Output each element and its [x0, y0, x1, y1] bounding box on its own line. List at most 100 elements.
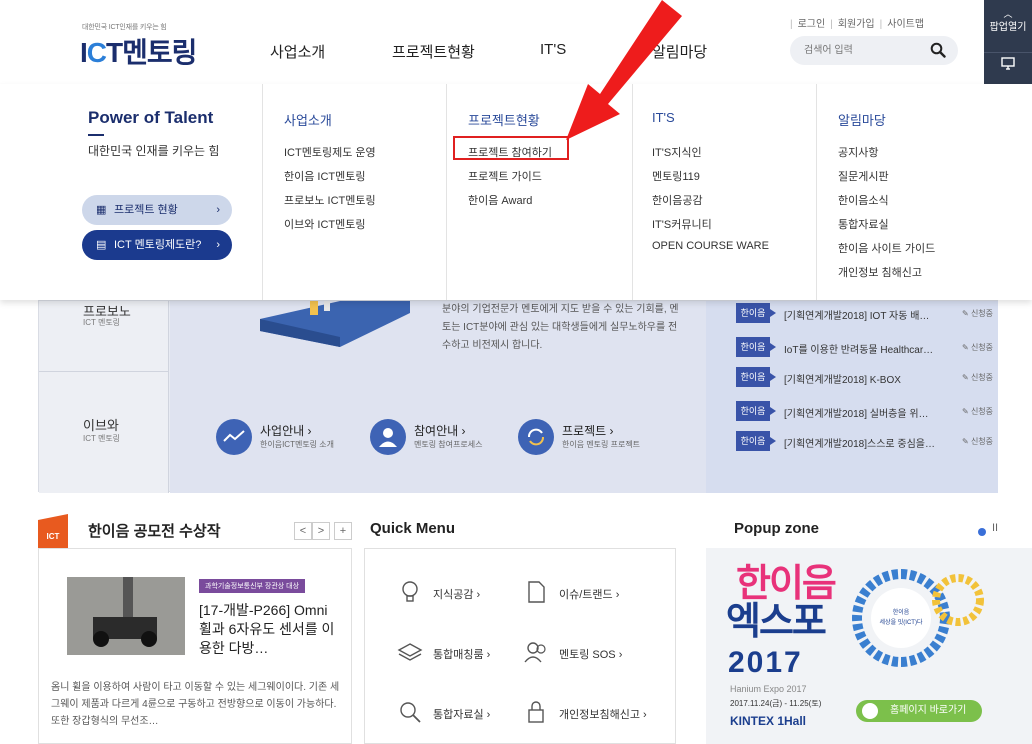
expo-popup-banner[interactable]: 한이음 엑스포 2017 Hanium Expo 2017 2017.11.24…: [706, 548, 1032, 744]
chat-icon: ▤: [96, 239, 107, 251]
gnb-business[interactable]: 사업소개: [270, 41, 325, 62]
slide-indicator[interactable]: [978, 528, 986, 536]
menu-item[interactable]: 프로젝트 가이드: [468, 168, 542, 184]
chevron-right-icon: ›: [216, 239, 220, 251]
login-link[interactable]: 로그인: [798, 19, 826, 30]
lightbulb-icon: [402, 581, 418, 602]
popup-open-label: 팝업열기: [989, 22, 1027, 33]
menu-item[interactable]: 질문게시판: [838, 168, 889, 184]
what-is-mentoring-button[interactable]: ▤ ICT 멘토링제도란? ›: [82, 230, 232, 260]
homepage-link-button[interactable]: 홈페이지 바로가기: [856, 700, 982, 722]
quick-menu-box: 지식공감 › 이슈/트랜드 › 통합매칭룸 › 멘토링 SOS › 통합자료실 …: [364, 548, 676, 744]
monitor-button[interactable]: [984, 52, 1032, 74]
menu-item[interactable]: 한이음 사이트 가이드: [838, 240, 935, 256]
popup-open-button[interactable]: ︿ 팝업열기: [984, 9, 1032, 34]
service-title: 참여안내 ›: [414, 424, 466, 438]
menu-item[interactable]: 통합자료실: [838, 216, 889, 232]
chevron-up-icon: ︿: [1003, 9, 1013, 19]
tab-eve-title[interactable]: 이브와: [83, 415, 119, 434]
people-icon: [524, 642, 546, 663]
news-status: ✎ 신청중: [962, 309, 994, 318]
mega-menu: Power of Talent 대한민국 인재를 키우는 힘 ▦ 프로젝트 현황 ›…: [0, 84, 1032, 300]
search-input[interactable]: [804, 42, 924, 58]
gnb-project-status[interactable]: 프로젝트현황: [392, 41, 475, 62]
ring-text-line1: 한이음: [893, 608, 910, 616]
menu-item[interactable]: OPEN COURSE WARE: [652, 240, 769, 252]
pencil-icon: ✎: [962, 309, 971, 318]
service-title: 사업안내 ›: [260, 424, 312, 438]
next-button[interactable]: >: [312, 522, 330, 540]
divider: [39, 371, 169, 372]
menu-item[interactable]: 한이음소식: [838, 192, 889, 208]
news-tag: 한이음: [736, 401, 776, 421]
monitor-icon: [1001, 57, 1015, 70]
signup-link[interactable]: 회원가입: [838, 19, 875, 30]
banner-content: 분야의 기업전문가 멘토에게 지도 받을 수 있는 기회를, 멘토는 ICT분야…: [170, 301, 706, 493]
news-status: ✎ 신청중: [962, 373, 994, 382]
book-icon: ▦: [96, 204, 107, 216]
menu-title-business[interactable]: 사업소개: [284, 110, 332, 129]
section-title: Quick Menu: [370, 520, 456, 537]
project-status-button[interactable]: ▦ 프로젝트 현황 ›: [82, 195, 232, 225]
award-card[interactable]: 과학기술정보통신부 장관상 대상 [17-개발-P266] Omni 휠과 6자…: [38, 548, 352, 744]
menu-title-project-status[interactable]: 프로젝트현황: [468, 110, 540, 129]
menu-item[interactable]: IT'S커뮤니티: [652, 216, 712, 232]
list-item[interactable]: 한이음 [기획연계개발2018] 실버층을 위… ✎ 신청중: [736, 401, 998, 421]
chart-icon: [216, 419, 252, 455]
main-banner: 프로보노 ICT 멘토링 이브와 ICT 멘토링 분야의 기업전문가 멘토에게 …: [38, 300, 998, 493]
menu-item[interactable]: 이브와 ICT멘토링: [284, 216, 366, 232]
popup-zone-section: Popup zone II 한이음 엑스포 2017 Hanium Expo 2…: [706, 508, 1032, 744]
menu-item[interactable]: 멘토링119: [652, 168, 700, 184]
banner-tabs: 프로보노 ICT 멘토링 이브와 ICT 멘토링: [39, 301, 169, 493]
banner-description: 분야의 기업전문가 멘토에게 지도 받을 수 있는 기회를, 멘토는 ICT분야…: [442, 304, 679, 351]
logo-letter-i: I: [80, 37, 88, 68]
menu-item[interactable]: 한이음 Award: [468, 192, 532, 208]
news-tag: 한이음: [736, 337, 776, 357]
homepage-link-label: 홈페이지 바로가기: [890, 705, 967, 716]
site-logo[interactable]: ICT멘토링: [80, 31, 197, 71]
list-item[interactable]: 한이음 [기획연계개발2018]스스로 중심을… ✎ 신청중: [736, 431, 998, 451]
expo-year: 2017: [728, 646, 803, 679]
news-tag: 한이음: [736, 431, 776, 451]
expo-venue: KINTEX 1Hall: [730, 714, 807, 728]
list-item[interactable]: 한이음 [기획연계개발2018] IOT 자동 배… ✎ 신청중: [736, 303, 998, 323]
search-icon[interactable]: [930, 42, 946, 58]
news-title: IoT를 이용한 반려동물 Healthcar…: [784, 345, 934, 356]
tab-eve-sub: ICT 멘토링: [83, 434, 121, 443]
expo-title-1: 한이음: [736, 563, 837, 605]
menu-item[interactable]: ICT멘토링제도 운영: [284, 144, 376, 160]
document-icon: [528, 581, 545, 603]
menu-item[interactable]: 한이음 ICT멘토링: [284, 168, 366, 184]
intro-title: Power of Talent: [88, 108, 214, 127]
divider: [88, 134, 104, 136]
pause-button[interactable]: II: [992, 522, 998, 534]
service-sub: 멘토링 참여프로세스: [414, 440, 483, 449]
section-title: 한이음 공모전 수상작: [88, 523, 221, 540]
menu-item[interactable]: 프로보노 ICT멘토링: [284, 192, 376, 208]
project-status-label: 프로젝트 현황: [114, 204, 178, 216]
award-title[interactable]: [17-개발-P266] Omni 휠과 6자유도 센서를 이용한 다방…: [199, 601, 339, 658]
news-status: ✎ 신청중: [962, 343, 994, 352]
quick-item-label: 이슈/트랜드 ›: [559, 589, 620, 601]
logo-letter-c: C: [86, 37, 107, 68]
menu-item[interactable]: 개인정보 침해신고: [838, 264, 922, 280]
sitemap-link[interactable]: 사이트맵: [887, 19, 924, 30]
award-description: 옴니 휠을 이용하여 사람이 타고 이동할 수 있는 세그웨이이다. 기존 세그…: [51, 682, 340, 727]
prev-button[interactable]: <: [294, 522, 312, 540]
search-bar: [790, 36, 958, 65]
menu-item[interactable]: 한이음공감: [652, 192, 703, 208]
news-title: [기획연계개발2018]스스로 중심을…: [784, 439, 935, 450]
carousel-nav: < > +: [294, 522, 354, 540]
red-arrow-annotation: [566, 0, 682, 140]
quick-item-label: 지식공감 ›: [433, 589, 481, 601]
quick-item-label: 개인정보침해신고 ›: [559, 709, 647, 721]
more-button[interactable]: +: [334, 522, 352, 540]
menu-item[interactable]: 공지사항: [838, 144, 878, 160]
news-tag: 한이음: [736, 367, 776, 387]
section-title: Popup zone: [734, 520, 819, 537]
menu-title-notice[interactable]: 알림마당: [838, 110, 886, 129]
news-tag: 한이음: [736, 303, 776, 323]
quick-item-label: 통합자료실 ›: [433, 709, 491, 721]
list-item[interactable]: 한이음 IoT를 이용한 반려동물 Healthcar… ✎ 신청중: [736, 337, 998, 357]
list-item[interactable]: 한이음 [기획연계개발2018] K-BOX ✎ 신청중: [736, 367, 998, 387]
